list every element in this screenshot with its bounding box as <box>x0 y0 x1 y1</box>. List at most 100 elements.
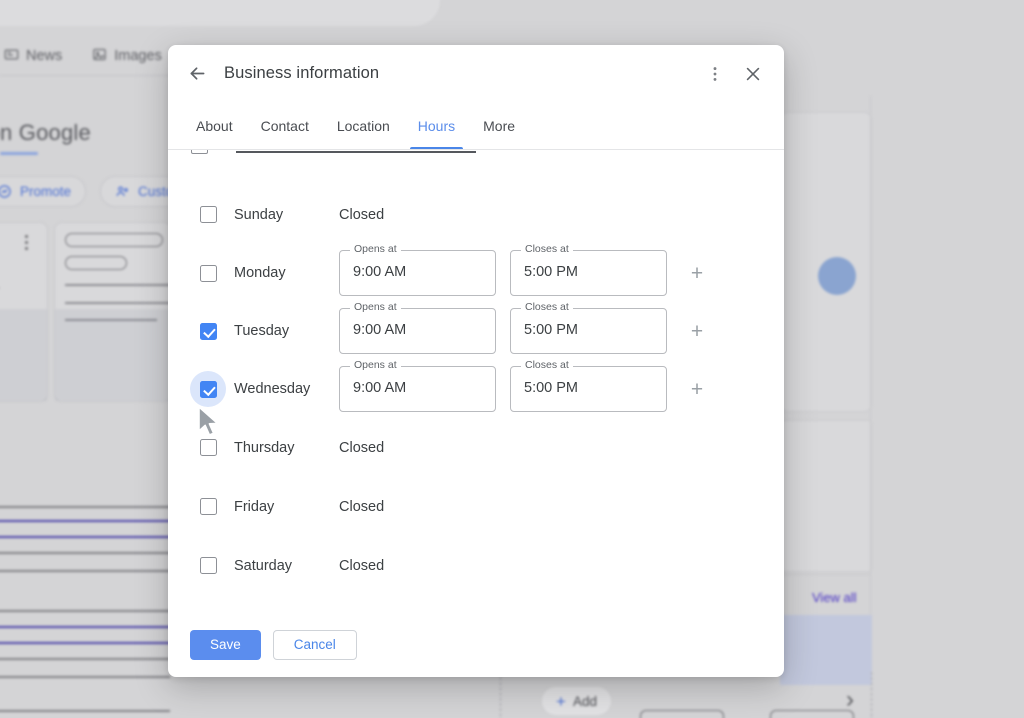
dialog-header: Business information <box>168 45 784 102</box>
checkbox-box[interactable] <box>199 322 217 340</box>
closed-label: Closed <box>339 557 385 574</box>
dialog-body: Sunday Closed Monday Opens at 9:00 AM Closes … <box>168 150 784 613</box>
close-icon[interactable] <box>734 55 772 93</box>
scrolled-partial-row <box>190 150 762 165</box>
business-information-dialog: Business information About Contact Locatio… <box>168 45 784 677</box>
card-line <box>65 284 173 286</box>
opens-at-label: Opens at <box>350 302 401 313</box>
background-right-card-2 <box>780 420 872 572</box>
hours-row-wednesday: Wednesday Opens at 9:00 AM Closes at 5:00 PM… <box>190 360 762 418</box>
day-label: Tuesday <box>234 323 290 339</box>
partial-checkbox[interactable] <box>191 150 208 154</box>
closes-at-value[interactable]: 5:00 PM <box>524 380 654 396</box>
opens-at-value[interactable]: 9:00 AM <box>353 380 483 396</box>
more-vert-icon[interactable] <box>696 55 734 93</box>
hours-fields: Opens at 9:00 AM Closes at 5:00 PM + <box>339 360 709 412</box>
tab-about[interactable]: About <box>182 102 247 149</box>
search-bar-remnant <box>0 0 440 26</box>
view-all-link[interactable]: View all <box>812 590 857 605</box>
day-label: Friday <box>234 498 275 515</box>
opens-at-field[interactable]: Opens at 9:00 AM <box>339 360 496 412</box>
add-hours-plus-icon[interactable]: + <box>685 377 709 401</box>
opens-at-value[interactable]: 9:00 AM <box>353 264 483 280</box>
checkbox-box[interactable] <box>199 264 217 282</box>
dialog-tabs: About Contact Location Hours More <box>168 102 784 150</box>
day-label: Saturday <box>234 557 293 574</box>
checkbox-box[interactable] <box>199 557 217 574</box>
hours-row-saturday: Saturday Closed <box>190 536 762 595</box>
card-line <box>65 302 173 304</box>
plus-icon: + <box>556 691 566 711</box>
background-divider <box>780 574 870 575</box>
add-hours-plus-icon[interactable]: + <box>685 319 709 343</box>
chip-promote[interactable]: Promote <box>0 176 87 207</box>
hours-row-friday: Friday Closed <box>190 477 762 536</box>
closes-at-field[interactable]: Closes at 5:00 PM <box>510 360 667 412</box>
checkbox-box[interactable] <box>199 380 217 398</box>
save-button[interactable]: Save <box>190 630 261 660</box>
tab-hours[interactable]: Hours <box>404 102 469 149</box>
opens-at-value[interactable]: 9:00 AM <box>353 322 483 338</box>
hours-list: Sunday Closed Monday Opens at 9:00 AM Closes … <box>190 185 762 595</box>
tab-more[interactable]: More <box>469 102 529 149</box>
closes-at-field[interactable]: Closes at 5:00 PM <box>510 244 667 296</box>
day-label: Monday <box>234 265 286 281</box>
checkbox-friday[interactable] <box>190 489 226 525</box>
back-arrow-icon[interactable] <box>178 55 216 93</box>
card-overflow-menu-icon[interactable] <box>25 235 28 253</box>
customers-icon <box>115 184 130 199</box>
news-icon <box>4 47 19 66</box>
add-button[interactable]: + Add <box>542 687 611 715</box>
partial-input-underline[interactable] <box>236 151 476 153</box>
hours-fields: Opens at 9:00 AM Closes at 5:00 PM + <box>339 244 709 296</box>
checkbox-tuesday[interactable] <box>190 313 226 349</box>
add-hours-plus-icon[interactable]: + <box>685 261 709 285</box>
checkbox-monday[interactable] <box>190 255 226 291</box>
promote-icon <box>0 184 12 199</box>
checkbox-sunday[interactable] <box>190 197 226 233</box>
background-box <box>770 710 854 718</box>
image-icon <box>92 47 107 66</box>
avatar <box>818 257 856 295</box>
opens-at-field[interactable]: Opens at 9:00 AM <box>339 244 496 296</box>
nav-label-news: News <box>26 48 63 64</box>
opens-at-field[interactable]: Opens at 9:00 AM <box>339 302 496 354</box>
checkbox-box[interactable] <box>199 206 217 223</box>
hours-row-monday: Monday Opens at 9:00 AM Closes at 5:00 PM + <box>190 244 762 302</box>
hours-row-sunday: Sunday Closed <box>190 185 762 244</box>
card-pill <box>65 233 163 247</box>
card-shade <box>55 309 171 401</box>
nav-item-news[interactable]: News <box>4 47 62 66</box>
day-label: Thursday <box>234 439 295 456</box>
checkbox-wednesday[interactable] <box>190 371 226 407</box>
hours-fields: Opens at 9:00 AM Closes at 5:00 PM + <box>339 302 709 354</box>
dialog-footer: Save Cancel <box>168 613 784 677</box>
screen: News Images ness on Google <box>0 0 1024 718</box>
closes-at-value[interactable]: 5:00 PM <box>524 322 654 338</box>
checkbox-box[interactable] <box>199 498 217 515</box>
checkbox-box[interactable] <box>199 439 217 456</box>
background-box <box>640 710 724 718</box>
background-card-right <box>54 222 173 402</box>
chevron-right-icon[interactable]: › <box>846 686 854 714</box>
opens-at-label: Opens at <box>350 244 401 255</box>
checkbox-saturday[interactable] <box>190 548 226 584</box>
closed-label: Closed <box>339 498 385 515</box>
tab-contact[interactable]: Contact <box>247 102 323 149</box>
tab-location[interactable]: Location <box>323 102 404 149</box>
closes-at-value[interactable]: 5:00 PM <box>524 264 654 280</box>
day-label: Sunday <box>234 206 284 223</box>
add-button-label: Add <box>572 693 597 709</box>
cancel-button[interactable]: Cancel <box>272 630 357 660</box>
closes-at-label: Closes at <box>521 244 573 255</box>
dialog-title: Business information <box>224 64 380 82</box>
closes-at-field[interactable]: Closes at 5:00 PM <box>510 302 667 354</box>
card-shade <box>0 309 47 401</box>
chip-label-promote: Promote <box>20 184 72 199</box>
checkbox-thursday[interactable] <box>190 430 226 466</box>
day-label: Wednesday <box>234 381 311 397</box>
closes-at-label: Closes at <box>521 360 573 371</box>
closes-at-label: Closes at <box>521 302 573 313</box>
nav-item-images[interactable]: Images <box>92 47 162 66</box>
background-card-left <box>0 222 48 402</box>
